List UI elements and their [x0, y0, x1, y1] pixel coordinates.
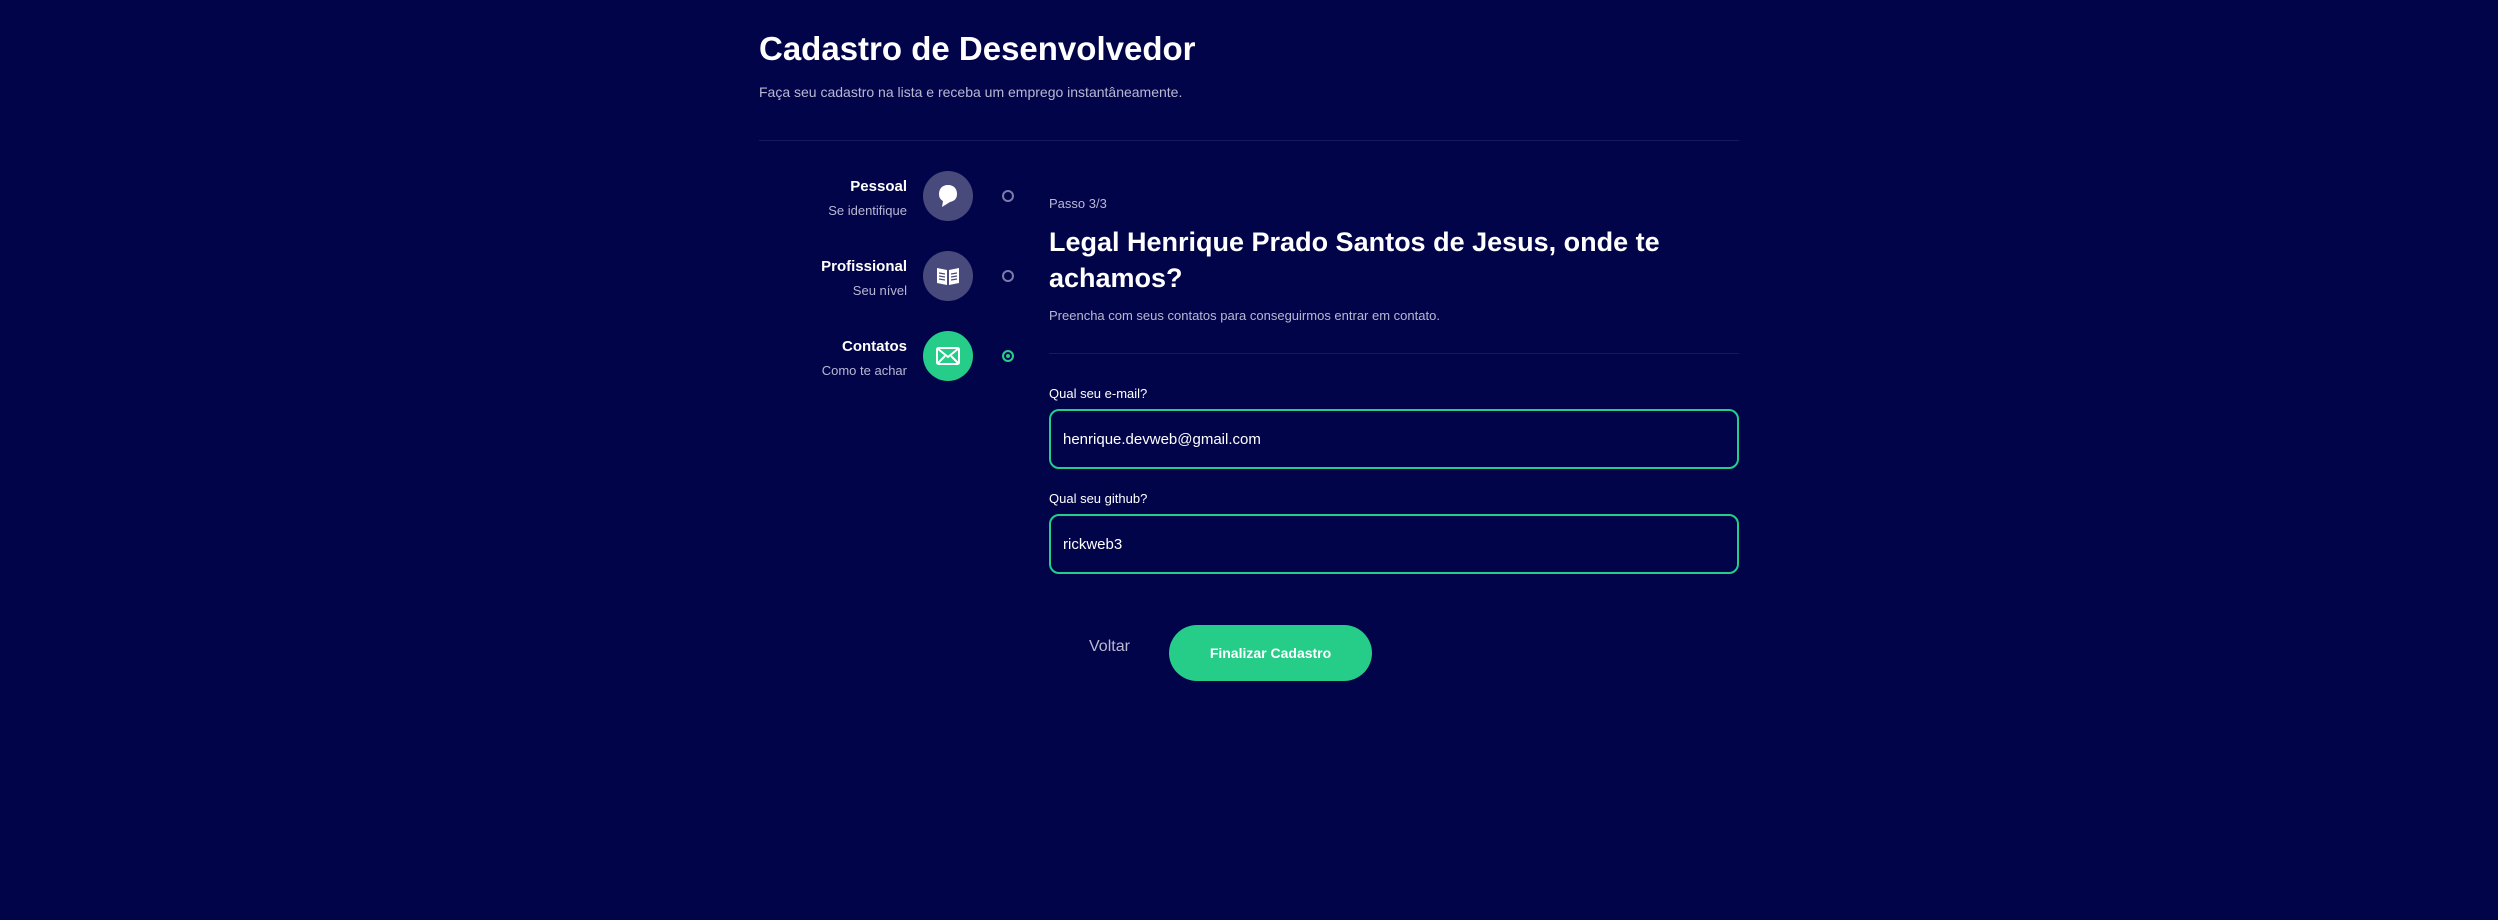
step-label: Pessoal: [850, 178, 907, 195]
step-item-profissional[interactable]: Profissional Seu nível: [759, 251, 1019, 311]
step-dot: [1002, 270, 1014, 282]
email-field[interactable]: [1049, 409, 1739, 469]
email-label: Qual seu e-mail?: [1049, 386, 1148, 401]
step-text: Profissional Seu nível: [821, 257, 907, 301]
form-divider: [1049, 353, 1739, 354]
step-text: Pessoal Se identifique: [828, 177, 907, 221]
app-container: Cadastro de Desenvolvedor Faça seu cadas…: [759, 0, 1739, 920]
page-header: Cadastro de Desenvolvedor Faça seu cadas…: [759, 28, 1739, 100]
step-text: Contatos Como te achar: [822, 337, 907, 381]
step-description: Seu nível: [852, 283, 907, 298]
form-subtitle: Preencha com seus contatos para consegui…: [1049, 308, 1440, 323]
github-label: Qual seu github?: [1049, 491, 1148, 506]
step-dot: [1002, 190, 1014, 202]
form-title: Legal Henrique Prado Santos de Jesus, on…: [1049, 227, 1660, 293]
step-item-contatos[interactable]: Contatos Como te achar: [759, 331, 1019, 391]
step-description: Como te achar: [821, 363, 907, 378]
back-button[interactable]: Voltar: [1089, 634, 1130, 660]
github-field[interactable]: [1049, 514, 1739, 574]
step-label: Contatos: [842, 338, 907, 355]
page-title: Cadastro de Desenvolvedor: [759, 30, 1196, 67]
page-subtitle: Faça seu cadastro na lista e receba um e…: [759, 84, 1183, 100]
step-label: Profissional: [821, 258, 907, 275]
step-dot-active: [1002, 350, 1014, 362]
header-divider: [759, 140, 1739, 141]
step-counter: Passo 3/3: [1049, 196, 1107, 211]
profile-icon: [923, 171, 973, 221]
book-icon: [923, 251, 973, 301]
finish-button[interactable]: Finalizar Cadastro: [1169, 625, 1372, 681]
step-description: Se identifique: [828, 203, 907, 218]
step-item-pessoal[interactable]: Pessoal Se identifique: [759, 171, 1019, 231]
mail-icon: [923, 331, 973, 381]
